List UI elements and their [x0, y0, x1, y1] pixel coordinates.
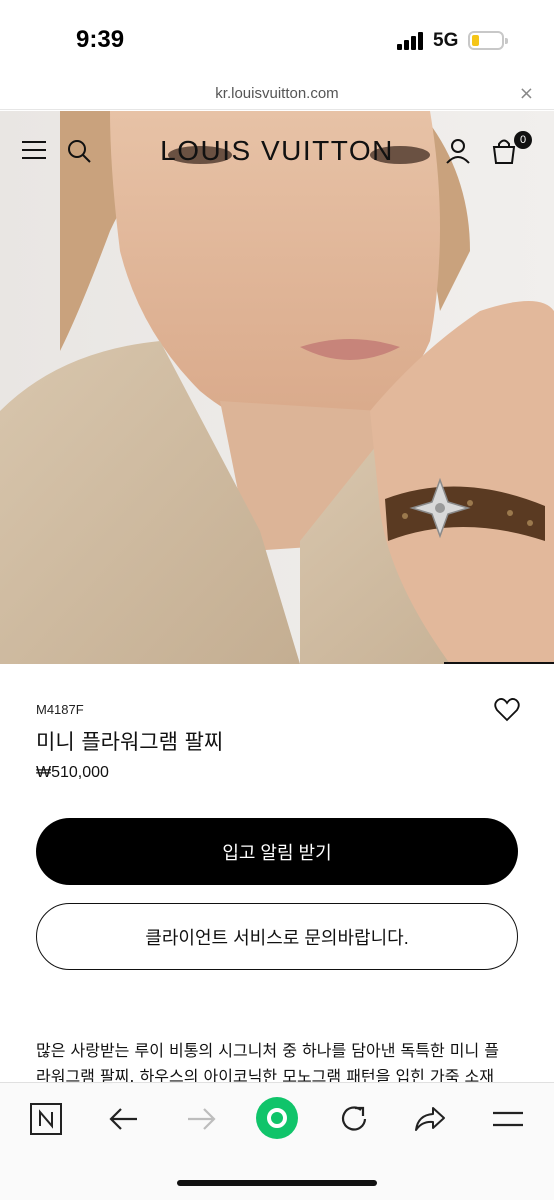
product-name: 미니 플라워그램 팔찌 [36, 730, 224, 754]
contact-client-service-button[interactable]: 클라이언트 서비스로 문의바랍니다. [36, 903, 518, 970]
signal-icon [397, 32, 427, 50]
refresh-icon[interactable] [335, 1100, 373, 1138]
arrow-right-icon[interactable] [182, 1100, 220, 1138]
brand-logo[interactable]: LOUIS VUITTON [0, 135, 554, 167]
cart-count-badge: 0 [514, 131, 532, 149]
arrow-left-icon[interactable] [105, 1100, 143, 1138]
menu-lines-icon[interactable] [489, 1100, 527, 1138]
heart-icon[interactable] [494, 698, 520, 722]
description-line: 많은 사랑받는 루이 비통의 시그니처 중 하나를 담아낸 독특한 미니 플 [36, 1041, 500, 1060]
home-indicator [177, 1180, 377, 1186]
status-time: 9:39 [76, 26, 125, 53]
battery-icon [468, 31, 508, 50]
share-icon[interactable] [411, 1100, 449, 1138]
n-logo-icon[interactable] [27, 1100, 65, 1138]
close-icon[interactable]: × [519, 83, 534, 104]
shopping-bag-icon[interactable] [491, 137, 517, 169]
browser-url-bar[interactable]: kr.louisvuitton.com × [0, 80, 554, 110]
model-photo [0, 111, 554, 664]
product-price: ₩510,000 [36, 764, 109, 781]
carousel-progress [444, 662, 554, 664]
green-circle-icon[interactable] [255, 1096, 299, 1140]
status-bar: 9:39 5G [0, 0, 554, 80]
user-icon[interactable] [446, 138, 470, 168]
notify-restock-button[interactable]: 입고 알림 받기 [36, 818, 518, 885]
product-sku: M4187F [36, 702, 84, 717]
network-type: 5G [433, 30, 459, 51]
site-header: LOUIS VUITTON 0 [0, 111, 554, 191]
product-hero-image[interactable] [0, 111, 554, 664]
url-text[interactable]: kr.louisvuitton.com [0, 85, 554, 102]
